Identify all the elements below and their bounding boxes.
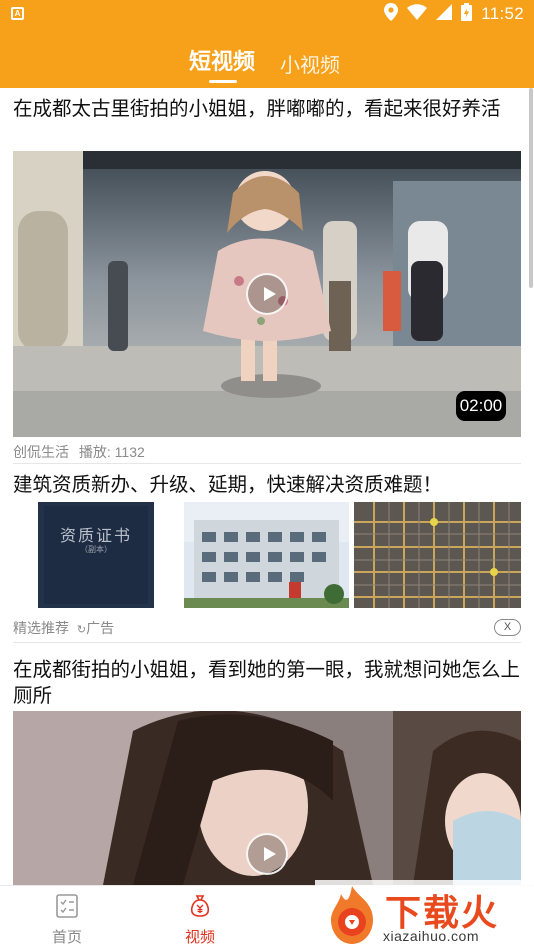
ad-source: 精选推荐 (13, 620, 69, 636)
ad-image-construction[interactable] (354, 502, 521, 608)
wifi-icon (407, 3, 428, 25)
play-button[interactable] (246, 273, 288, 315)
document-icon (55, 894, 79, 922)
flame-logo-icon (323, 884, 381, 950)
ad-icon: ↻ (76, 624, 87, 636)
feed-item-title[interactable]: 在成都街拍的小姐姐，看到她的第一眼，我就想问她怎么上厕所 (13, 657, 523, 709)
play-button[interactable] (246, 833, 288, 875)
divider (13, 642, 521, 643)
scrollbar[interactable] (529, 88, 533, 288)
video-thumbnail[interactable]: 02:00 (13, 151, 521, 437)
ad-label: 广告 (86, 620, 115, 636)
location-icon (384, 2, 399, 26)
clock-text: 11:52 (481, 4, 524, 23)
watermark-url: xiazaihuo.com (383, 928, 479, 944)
ad-image-certificate[interactable]: 资质证书 （副本） (38, 502, 154, 608)
close-ad-button[interactable]: X (494, 619, 521, 636)
ad-title[interactable]: 建筑资质新办、升级、延期，快速解决资质难题！ (13, 472, 523, 498)
site-watermark: 下载火 xiazaihuo.com (315, 880, 534, 950)
certificate-subtitle: （副本） (80, 545, 112, 554)
status-bar: A 11:52 (0, 0, 534, 28)
divider (13, 463, 521, 464)
feed-item-title[interactable]: 在成都太古里街拍的小姐姐，胖嘟嘟的，看起来很好养活 (13, 96, 523, 122)
ad-meta: 精选推荐 ↻广告 (13, 618, 114, 638)
video-meta: 创侃生活 播放: 1132 (13, 442, 145, 462)
video-feed[interactable]: 在成都太古里街拍的小姐姐，胖嘟嘟的，看起来很好养活 02:00 创侃生活 播放:… (0, 88, 534, 885)
nav-video[interactable]: 视频 (165, 894, 235, 947)
video-duration: 02:00 (456, 391, 506, 421)
active-tab-indicator (209, 80, 237, 83)
top-tab-bar: 短视频 小视频 (0, 28, 534, 88)
notification-icon: A (11, 7, 24, 20)
certificate-title: 资质证书 (59, 526, 132, 545)
nav-home-label: 首页 (51, 929, 82, 946)
signal-icon (436, 3, 453, 25)
tab-short-video[interactable]: 短视频 (189, 44, 255, 76)
nav-video-label: 视频 (184, 929, 215, 946)
battery-icon (461, 2, 473, 26)
ad-image-building[interactable] (184, 502, 349, 608)
video-source[interactable]: 创侃生活 (13, 444, 69, 460)
play-count: 播放: 1132 (78, 444, 145, 460)
money-bag-icon (188, 895, 212, 922)
nav-home[interactable]: 首页 (32, 894, 102, 947)
tab-small-video[interactable]: 小视频 (280, 49, 340, 78)
video-thumbnail[interactable] (13, 711, 521, 885)
